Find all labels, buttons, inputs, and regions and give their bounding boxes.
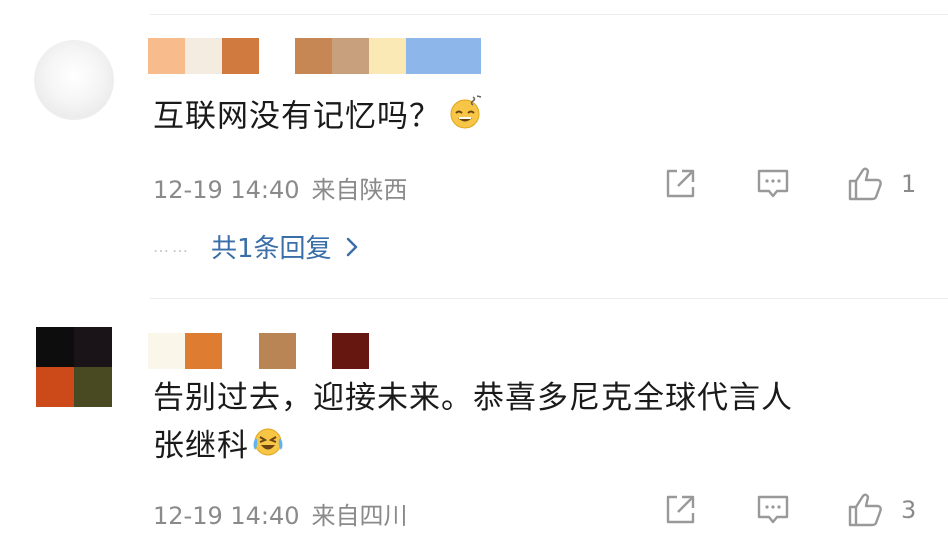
comment-text-body: 互联网没有记忆吗？ bbox=[153, 98, 441, 135]
like-count: 1 bbox=[901, 170, 917, 198]
share-icon bbox=[666, 495, 695, 524]
comment-time: 12-19 14:40 bbox=[153, 502, 300, 530]
mosaic-block bbox=[259, 38, 295, 74]
comment-text: 互联网没有记忆吗？ bbox=[153, 94, 483, 142]
replies-label: 共1条回复 bbox=[211, 234, 332, 264]
comment-meta: 12-19 14:40 来自陕西 bbox=[153, 170, 420, 205]
comment-button[interactable] bbox=[753, 164, 793, 204]
mosaic-block bbox=[222, 333, 259, 369]
thumbs-up-icon bbox=[848, 493, 882, 527]
comment-location: 来自陕西 bbox=[311, 176, 408, 204]
mosaic-block bbox=[332, 38, 369, 74]
username-mosaic[interactable] bbox=[148, 38, 481, 74]
grinning-sweat-emoji bbox=[447, 94, 483, 142]
mosaic-block bbox=[148, 38, 185, 74]
avatar-block bbox=[36, 327, 74, 367]
mosaic-block bbox=[185, 333, 222, 369]
mosaic-block bbox=[295, 38, 332, 74]
avatar-block bbox=[74, 367, 112, 407]
comment-button[interactable] bbox=[753, 490, 793, 530]
username-mosaic[interactable] bbox=[148, 333, 369, 369]
share-icon bbox=[666, 169, 695, 198]
top-divider bbox=[150, 14, 948, 15]
mosaic-block bbox=[222, 38, 259, 74]
avatar[interactable] bbox=[34, 40, 114, 120]
comment-icon bbox=[757, 495, 789, 524]
comment-icon bbox=[757, 169, 789, 198]
mosaic-block bbox=[406, 38, 481, 74]
replies-row: …… 共1条回复 bbox=[153, 228, 358, 265]
like-button[interactable] bbox=[845, 164, 885, 204]
mosaic-block bbox=[185, 38, 222, 74]
crying-laughing-emoji bbox=[251, 425, 285, 471]
share-button[interactable] bbox=[660, 490, 700, 530]
mosaic-block bbox=[332, 333, 369, 369]
thumbs-up-icon bbox=[848, 167, 882, 201]
comment-time: 12-19 14:40 bbox=[153, 176, 300, 204]
chevron-right-icon bbox=[346, 237, 357, 256]
mosaic-block bbox=[369, 38, 406, 74]
share-button[interactable] bbox=[660, 164, 700, 204]
like-count: 3 bbox=[901, 496, 917, 524]
like-button[interactable] bbox=[845, 490, 885, 530]
comment-text: 告别过去，迎接未来。恭喜多尼克全球代言人 张继科 bbox=[153, 376, 793, 471]
mosaic-block bbox=[296, 333, 332, 369]
mosaic-block bbox=[148, 333, 185, 369]
comment-text-line-2: 张继科 bbox=[153, 424, 793, 471]
avatar[interactable] bbox=[36, 327, 112, 407]
avatar-block bbox=[36, 367, 74, 407]
mosaic-block bbox=[259, 333, 296, 369]
view-replies-link[interactable]: 共1条回复 bbox=[211, 228, 358, 265]
comment-meta: 12-19 14:40 来自四川 bbox=[153, 496, 420, 531]
replies-dots: …… bbox=[153, 237, 191, 256]
comment-text-line: 告别过去，迎接未来。恭喜多尼克全球代言人 bbox=[153, 380, 793, 416]
comment-divider bbox=[150, 298, 948, 299]
avatar-block bbox=[74, 327, 112, 367]
comment-text-line-body: 张继科 bbox=[153, 428, 249, 464]
comment-location: 来自四川 bbox=[311, 502, 408, 530]
